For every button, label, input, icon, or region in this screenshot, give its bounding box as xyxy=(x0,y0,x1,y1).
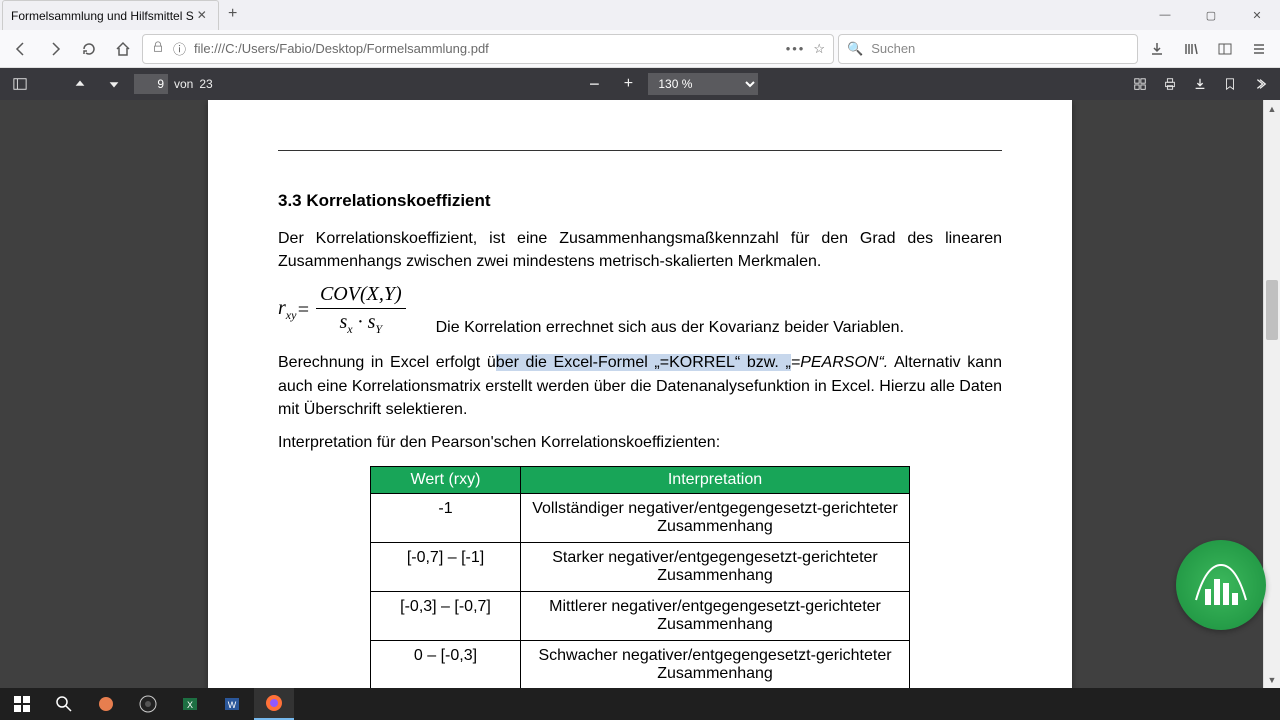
title-bar: Formelsammlung und Hilfsmittel S ✕ + — ▢… xyxy=(0,0,1280,30)
search-taskbar-button[interactable] xyxy=(44,688,84,720)
browser-tab[interactable]: Formelsammlung und Hilfsmittel S ✕ xyxy=(2,0,219,30)
home-button[interactable] xyxy=(108,34,138,64)
zoom-in-button[interactable]: + xyxy=(614,70,642,98)
page-down-button[interactable] xyxy=(100,70,128,98)
paragraph-3: Interpretation für den Pearson'schen Kor… xyxy=(278,431,1002,454)
formula-row: rxy = COV(X,Y) sx · sY Die Korrelation e… xyxy=(278,283,1002,337)
svg-text:X: X xyxy=(187,700,193,710)
formula-caption: Die Korrelation errechnet sich aus der K… xyxy=(436,319,904,337)
zoom-out-button[interactable]: − xyxy=(580,70,608,98)
page-info-icon[interactable]: ⓘ xyxy=(173,39,186,58)
taskbar-app-1[interactable] xyxy=(86,688,126,720)
nav-bar: ⓘ file:///C:/Users/Fabio/Desktop/Formels… xyxy=(0,30,1280,68)
sidebar-button[interactable] xyxy=(1210,34,1240,64)
table-header-interpretation: Interpretation xyxy=(521,467,910,494)
paragraph-1: Der Korrelationskoeffizient, ist eine Zu… xyxy=(278,227,1002,273)
scroll-up-arrow[interactable]: ▲ xyxy=(1264,100,1280,117)
search-icon: 🔍 xyxy=(847,41,863,57)
page-up-button[interactable] xyxy=(66,70,94,98)
taskbar-app-excel[interactable]: X xyxy=(170,688,210,720)
reload-button[interactable] xyxy=(74,34,104,64)
svg-text:W: W xyxy=(228,700,237,710)
page-actions-icon[interactable]: ••• xyxy=(786,41,806,56)
toggle-sidebar-button[interactable] xyxy=(6,70,34,98)
taskbar-app-obs[interactable] xyxy=(128,688,168,720)
scroll-down-arrow[interactable]: ▼ xyxy=(1264,671,1280,688)
maximize-button[interactable]: ▢ xyxy=(1188,0,1234,30)
minimize-button[interactable]: — xyxy=(1142,0,1188,30)
page-separator: von xyxy=(174,77,193,91)
page-number-input[interactable] xyxy=(134,74,168,94)
new-tab-button[interactable]: + xyxy=(219,0,247,28)
pdf-toolbar: von 23 − + 130 % xyxy=(0,68,1280,100)
table-row: 0 – [-0,3]Schwacher negativer/entgegenge… xyxy=(371,641,910,688)
bookmark-button[interactable] xyxy=(1216,70,1244,98)
section-heading: 3.3 Korrelationskoeffizient xyxy=(278,191,1002,211)
search-placeholder: Suchen xyxy=(871,41,915,56)
downloads-button[interactable] xyxy=(1142,34,1172,64)
paragraph-2: Berechnung in Excel erfolgt über die Exc… xyxy=(278,351,1002,421)
interpretation-table: Wert (rxy) Interpretation -1Vollständige… xyxy=(370,466,910,688)
formula: rxy = COV(X,Y) sx · sY xyxy=(278,283,406,337)
print-button[interactable] xyxy=(1156,70,1184,98)
window-close-button[interactable]: ✕ xyxy=(1234,0,1280,30)
zoom-select[interactable]: 130 % xyxy=(648,73,758,95)
page-total: 23 xyxy=(199,77,212,91)
taskbar-app-firefox[interactable] xyxy=(254,688,294,720)
tab-close-button[interactable]: ✕ xyxy=(194,8,210,24)
forward-button[interactable] xyxy=(40,34,70,64)
library-button[interactable] xyxy=(1176,34,1206,64)
bookmark-star-icon[interactable]: ☆ xyxy=(813,41,825,57)
menu-button[interactable] xyxy=(1244,34,1274,64)
taskbar-app-word[interactable]: W xyxy=(212,688,252,720)
url-bar[interactable]: ⓘ file:///C:/Users/Fabio/Desktop/Formels… xyxy=(142,34,834,64)
taskbar: X W xyxy=(0,688,1280,720)
tab-title: Formelsammlung und Hilfsmittel S xyxy=(11,9,194,23)
url-text: file:///C:/Users/Fabio/Desktop/Formelsam… xyxy=(194,41,778,56)
table-row: [-0,7] – [-1]Starker negativer/entgegeng… xyxy=(371,543,910,592)
channel-badge-icon xyxy=(1176,540,1266,630)
table-row: [-0,3] – [-0,7]Mittlerer negativer/entge… xyxy=(371,592,910,641)
lock-icon xyxy=(151,40,165,57)
pdf-page: 3.3 Korrelationskoeffizient Der Korrelat… xyxy=(208,100,1072,688)
tools-button[interactable] xyxy=(1246,70,1274,98)
start-button[interactable] xyxy=(2,688,42,720)
table-row: -1Vollständiger negativer/entgegengesetz… xyxy=(371,494,910,543)
vertical-scrollbar[interactable]: ▲ ▼ xyxy=(1263,100,1280,688)
search-bar[interactable]: 🔍 Suchen xyxy=(838,34,1138,64)
window-controls: — ▢ ✕ xyxy=(1142,0,1280,30)
scrollbar-thumb[interactable] xyxy=(1266,280,1278,340)
download-button[interactable] xyxy=(1186,70,1214,98)
back-button[interactable] xyxy=(6,34,36,64)
pdf-viewport[interactable]: 3.3 Korrelationskoeffizient Der Korrelat… xyxy=(0,100,1280,688)
presentation-button[interactable] xyxy=(1126,70,1154,98)
text-selection: ber die Excel-Formel „=KORREL“ bzw. „ xyxy=(496,354,791,371)
table-header-value: Wert (rxy) xyxy=(371,467,521,494)
